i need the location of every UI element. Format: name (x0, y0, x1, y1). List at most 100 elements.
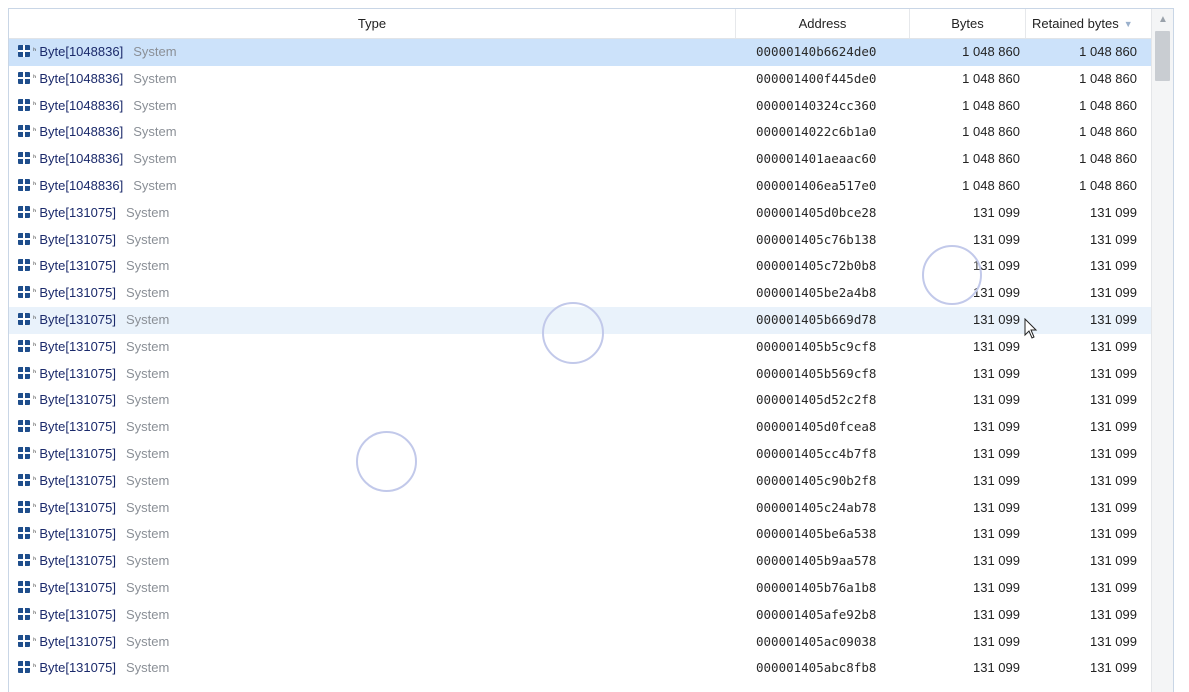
type-namespace: System (125, 606, 170, 622)
type-namespace: System (125, 258, 170, 274)
module-marker-icon: ᑋ (33, 556, 37, 568)
module-marker-icon: ᑋ (33, 636, 37, 648)
address-cell: 000001405c24ab78 (756, 499, 877, 515)
address-cell: 000001401aeaac60 (756, 151, 877, 167)
array-type-icon (18, 152, 30, 165)
type-namespace: System (125, 204, 170, 220)
array-type-icon (18, 178, 30, 191)
array-type-icon (18, 393, 30, 406)
address-cell: 000001405cc4b7f8 (756, 445, 877, 461)
type-cell: ᑋ Byte[131075] System (18, 361, 169, 388)
table-row[interactable]: ᑋ Byte[131075] System 000001405b569cf8 131 0… (9, 361, 1151, 388)
type-cell: ᑋ Byte[1048836] System (18, 146, 177, 173)
type-name: Byte[131075] (39, 499, 116, 515)
module-marker-icon: ᑋ (33, 502, 37, 514)
column-header-address[interactable]: Address (736, 9, 910, 38)
bytes-cell: 131 099 (973, 633, 1020, 649)
vertical-scrollbar[interactable]: ▲ (1151, 9, 1173, 692)
column-header-retained-bytes[interactable]: Retained bytes ▼ (1026, 9, 1151, 38)
bytes-cell: 131 099 (973, 579, 1020, 595)
bytes-cell: 1 048 860 (962, 124, 1020, 140)
table-row[interactable]: ᑋ Byte[1048836] System 00000140324cc360 1 04… (9, 93, 1151, 120)
array-type-icon (18, 366, 30, 379)
type-cell: ᑋ Byte[1048836] System (18, 39, 177, 66)
retained-bytes-cell: 1 048 860 (1079, 124, 1137, 140)
type-cell: ᑋ Byte[131075] System (18, 655, 169, 682)
module-marker-icon: ᑋ (33, 395, 37, 407)
type-cell: ᑋ Byte[131075] System (18, 253, 169, 280)
table-row[interactable]: ᑋ Byte[131075] System 000001405b76a1b8 131 0… (9, 575, 1151, 602)
table-row[interactable]: ᑋ Byte[131075] System 000001405afe92b8 131 0… (9, 602, 1151, 629)
type-namespace: System (133, 151, 177, 167)
address-cell: 000001405d0bce28 (756, 204, 877, 220)
type-namespace: System (125, 445, 170, 461)
bytes-cell: 131 099 (973, 419, 1020, 435)
type-namespace: System (125, 579, 170, 595)
table-row[interactable]: ᑋ Byte[131075] System 000001405d52c2f8 131 0… (9, 387, 1151, 414)
table-row[interactable]: ᑋ Byte[131075] System 000001405ac09038 131 0… (9, 629, 1151, 656)
retained-bytes-cell: 131 099 (1090, 445, 1137, 461)
click-ripple-indicator (356, 431, 417, 492)
type-name: Byte[131075] (39, 553, 116, 569)
module-marker-icon: ᑋ (33, 663, 37, 675)
type-name: Byte[131075] (39, 445, 116, 461)
address-cell: 000001405b5c9cf8 (756, 338, 877, 354)
table-row[interactable]: ᑋ Byte[131075] System 000001405cc4b7f8 131 0… (9, 441, 1151, 468)
type-namespace: System (125, 553, 170, 569)
retained-bytes-cell: 131 099 (1090, 365, 1137, 381)
array-type-icon (18, 661, 30, 674)
type-namespace: System (133, 97, 177, 113)
array-type-icon (18, 259, 30, 272)
array-type-icon (18, 473, 30, 486)
type-namespace: System (125, 285, 170, 301)
column-header-retained-label: Retained bytes (1032, 16, 1119, 31)
table-row[interactable]: ᑋ Byte[131075] System 000001405be6a538 131 0… (9, 521, 1151, 548)
type-name: Byte[131075] (39, 365, 116, 381)
table-row[interactable]: ᑋ Byte[131075] System 000001405c76b138 131 0… (9, 227, 1151, 254)
type-name: Byte[1048836] (39, 177, 124, 193)
column-header-bytes[interactable]: Bytes (910, 9, 1026, 38)
address-cell: 000001405d52c2f8 (756, 392, 877, 408)
type-cell: ᑋ Byte[131075] System (18, 602, 169, 629)
table-row[interactable]: ᑋ Byte[131075] System 000001405d0fcea8 131 0… (9, 414, 1151, 441)
module-marker-icon: ᑋ (33, 341, 37, 353)
module-marker-icon: ᑋ (33, 448, 37, 460)
module-marker-icon: ᑋ (33, 207, 37, 219)
type-name: Byte[131075] (39, 526, 116, 542)
table-row[interactable]: ᑋ Byte[1048836] System 0000014022c6b1a0 1 04… (9, 119, 1151, 146)
retained-bytes-cell: 131 099 (1090, 231, 1137, 247)
bytes-cell: 131 099 (973, 338, 1020, 354)
type-name: Byte[131075] (39, 311, 116, 327)
address-cell: 000001405abc8fb8 (756, 660, 877, 676)
type-namespace: System (133, 70, 177, 86)
bytes-cell: 131 099 (973, 526, 1020, 542)
type-cell: ᑋ Byte[131075] System (18, 200, 169, 227)
module-marker-icon: ᑋ (33, 234, 37, 246)
table-row[interactable]: ᑋ Byte[1048836] System 00000140b6624de0 1 04… (9, 39, 1151, 66)
type-namespace: System (133, 177, 177, 193)
array-type-icon (18, 286, 30, 299)
bytes-cell: 131 099 (973, 445, 1020, 461)
array-type-icon (18, 607, 30, 620)
type-namespace: System (125, 660, 170, 676)
type-namespace: System (125, 472, 170, 488)
column-header-type[interactable]: Type (9, 9, 736, 38)
retained-bytes-cell: 131 099 (1090, 392, 1137, 408)
bytes-cell: 131 099 (973, 204, 1020, 220)
type-cell: ᑋ Byte[131075] System (18, 468, 169, 495)
type-namespace: System (125, 419, 170, 435)
table-row[interactable]: ᑋ Byte[131075] System 000001405c90b2f8 131 0… (9, 468, 1151, 495)
table-row[interactable]: ᑋ Byte[1048836] System 000001401aeaac60 1 04… (9, 146, 1151, 173)
address-cell: 000001405be6a538 (756, 526, 877, 542)
column-header-address-label: Address (798, 16, 847, 31)
table-row[interactable]: ᑋ Byte[131075] System 000001405c24ab78 131 0… (9, 495, 1151, 522)
table-row[interactable]: ᑋ Byte[1048836] System 000001400f445de0 1 04… (9, 66, 1151, 93)
table-row[interactable]: ᑋ Byte[131075] System 000001405b9aa578 131 0… (9, 548, 1151, 575)
type-cell: ᑋ Byte[131075] System (18, 307, 169, 334)
table-row[interactable]: ᑋ Byte[1048836] System 000001406ea517e0 1 04… (9, 173, 1151, 200)
scrollbar-thumb[interactable] (1155, 31, 1170, 81)
scroll-up-arrow-icon[interactable]: ▲ (1152, 12, 1173, 28)
bytes-cell: 1 048 860 (962, 70, 1020, 86)
table-row[interactable]: ᑋ Byte[131075] System 000001405abc8fb8 131 0… (9, 655, 1151, 682)
table-row[interactable]: ᑋ Byte[131075] System 000001405d0bce28 131 0… (9, 200, 1151, 227)
